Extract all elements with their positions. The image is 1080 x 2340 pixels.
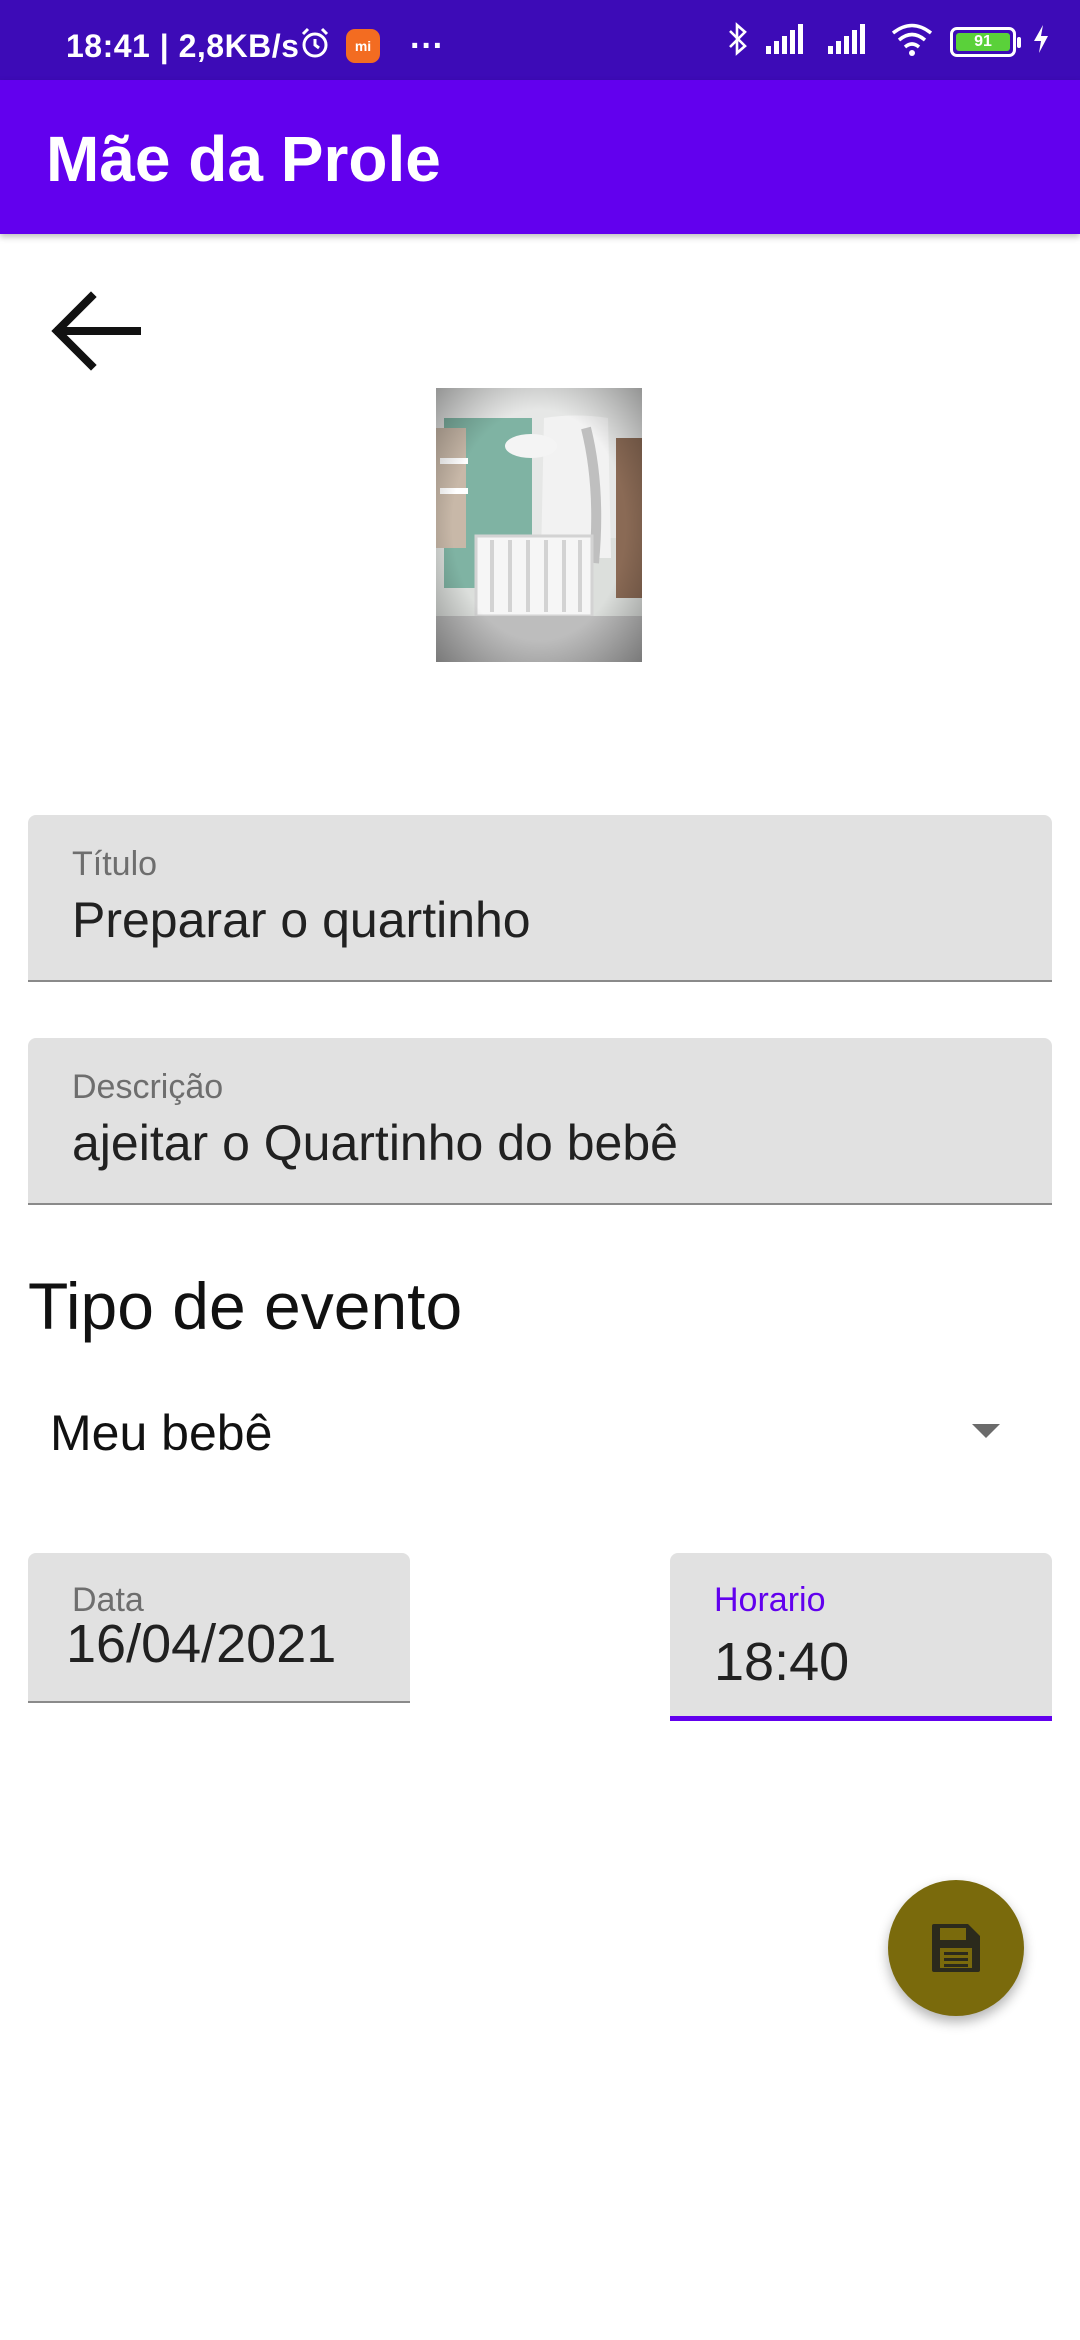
title-field[interactable]: Título Preparar o quartinho [28, 815, 1052, 982]
event-type-selected: Meu bebê [50, 1405, 273, 1461]
battery-level: 91 [956, 32, 1010, 51]
save-icon [932, 1924, 980, 1972]
bluetooth-icon [726, 22, 750, 61]
app-title: Mãe da Prole [46, 123, 441, 195]
signal-icon [828, 24, 874, 59]
signal-icon [766, 24, 812, 59]
description-field-value[interactable]: ajeitar o Quartinho do bebê [72, 1114, 678, 1172]
description-field[interactable]: Descrição ajeitar o Quartinho do bebê [28, 1038, 1052, 1205]
alarm-icon [298, 26, 332, 65]
charging-icon [1032, 24, 1050, 59]
title-field-label: Título [72, 845, 158, 883]
back-button[interactable] [40, 276, 150, 386]
event-type-heading: Tipo de evento [28, 1269, 463, 1343]
date-field[interactable]: Data 16/04/2021 [28, 1553, 410, 1703]
app-bar: Mãe da Prole [0, 80, 1080, 234]
event-image[interactable] [436, 388, 642, 662]
time-field-label: Horario [714, 1581, 826, 1619]
time-field-value[interactable]: 18:40 [714, 1631, 849, 1693]
event-type-dropdown[interactable]: Meu bebê [28, 1390, 1052, 1480]
mi-app-icon: mi [346, 28, 380, 63]
wifi-icon [890, 22, 934, 61]
status-right-icons: 91 [726, 22, 1050, 61]
status-left-icons: mi ··· [298, 26, 444, 65]
description-field-label: Descrição [72, 1068, 224, 1106]
dropdown-arrow-icon [972, 1424, 1000, 1438]
title-field-value[interactable]: Preparar o quartinho [72, 891, 531, 949]
save-button[interactable] [888, 1880, 1024, 2016]
status-bar: 18:41 | 2,8KB/s mi ··· 91 [0, 0, 1080, 80]
arrow-back-icon [51, 291, 141, 371]
battery-icon: 91 [950, 26, 1021, 57]
time-field[interactable]: Horario 18:40 [670, 1553, 1052, 1721]
date-field-value[interactable]: 16/04/2021 [66, 1613, 336, 1675]
status-time: 18:41 | 2,8KB/s [66, 28, 300, 64]
more-notifications-icon: ··· [410, 26, 444, 65]
